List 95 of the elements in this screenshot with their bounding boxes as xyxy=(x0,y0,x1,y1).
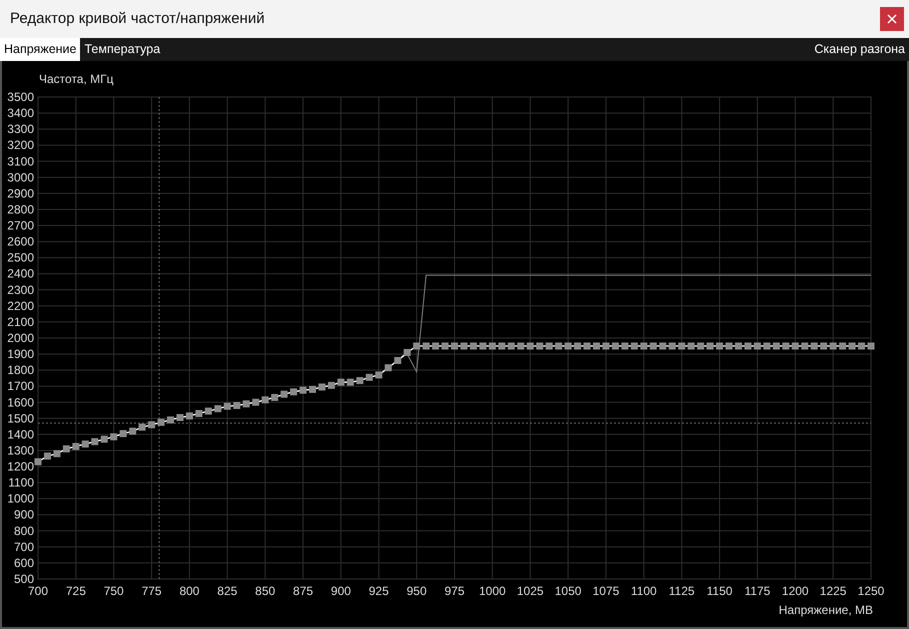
y-tick-label: 3200 xyxy=(7,138,34,152)
x-tick-label: 1025 xyxy=(516,584,544,598)
x-tick-label: 825 xyxy=(217,584,238,598)
curve-point[interactable] xyxy=(555,342,562,350)
tab[interactable]: Напряжение xyxy=(0,38,80,61)
y-tick-label: 2100 xyxy=(7,314,34,329)
curve-point[interactable] xyxy=(820,342,828,350)
y-tick-label: 3000 xyxy=(7,170,34,184)
x-tick-label: 1125 xyxy=(668,584,695,598)
y-tick-label: 500 xyxy=(14,572,34,586)
y-tick-label: 700 xyxy=(14,540,34,554)
y-tick-label: 1400 xyxy=(7,427,34,442)
curve-point[interactable] xyxy=(697,342,704,350)
y-tick-label: 3300 xyxy=(7,122,34,136)
x-tick-label: 1225 xyxy=(820,584,846,598)
curve-point[interactable] xyxy=(830,342,837,350)
x-tick-label: 1250 xyxy=(858,584,884,598)
scanner-tab[interactable]: Сканер разгона xyxy=(810,38,909,61)
curve-point[interactable] xyxy=(546,342,553,350)
x-tick-label: 725 xyxy=(66,584,86,598)
y-tick-label: 2800 xyxy=(7,202,34,216)
curve-point[interactable] xyxy=(858,342,866,350)
curve-point[interactable] xyxy=(138,424,146,431)
y-tick-label: 900 xyxy=(14,508,34,522)
y-tick-label: 2600 xyxy=(7,234,34,249)
x-tick-label: 1000 xyxy=(479,584,506,598)
x-tick-label: 950 xyxy=(406,584,427,598)
y-tick-label: 1300 xyxy=(7,443,34,458)
window-title: Редактор кривой частот/напряжений xyxy=(9,8,265,29)
x-tick-label: 700 xyxy=(28,584,48,598)
x-tick-label: 875 xyxy=(293,584,314,598)
x-tick-label: 800 xyxy=(179,584,200,598)
curve-point[interactable] xyxy=(384,364,392,372)
curve-point[interactable] xyxy=(584,342,591,350)
y-tick-label: 1200 xyxy=(7,460,34,474)
curve-point[interactable] xyxy=(432,342,440,350)
curve-point[interactable] xyxy=(801,342,808,350)
curve-point[interactable] xyxy=(726,342,732,350)
curve-point[interactable] xyxy=(129,428,136,435)
curve-point[interactable] xyxy=(442,342,449,350)
y-tick-label: 600 xyxy=(14,556,34,570)
curve-point[interactable] xyxy=(668,342,676,350)
y-tick-label: 2300 xyxy=(7,282,34,297)
y-tick-label: 1100 xyxy=(8,476,34,490)
y-tick-label: 2400 xyxy=(7,266,34,281)
close-button[interactable] xyxy=(880,7,904,31)
y-tick-label: 1500 xyxy=(7,411,34,426)
curve-point[interactable] xyxy=(839,342,846,350)
curve-point[interactable] xyxy=(868,342,874,350)
x-tick-label: 925 xyxy=(368,584,389,598)
y-tick-label: 2200 xyxy=(7,298,34,313)
curve-point[interactable] xyxy=(848,342,856,350)
curve-point[interactable] xyxy=(526,342,534,350)
y-tick-label: 1000 xyxy=(7,492,34,506)
y-tick-label: 2000 xyxy=(7,331,34,345)
x-tick-label: 900 xyxy=(330,584,351,598)
x-tick-label: 1200 xyxy=(782,584,809,598)
x-tick-label: 1175 xyxy=(744,584,770,598)
curve-point[interactable] xyxy=(422,342,430,350)
x-tick-label: 1075 xyxy=(592,584,620,598)
y-tick-label: 1600 xyxy=(7,395,34,410)
curve-point[interactable] xyxy=(564,342,572,350)
y-tick-label: 800 xyxy=(14,524,34,538)
curve-point[interactable] xyxy=(300,386,307,394)
curve-point[interactable] xyxy=(678,342,686,350)
curve-point[interactable] xyxy=(451,342,458,350)
x-tick-label: 1150 xyxy=(706,584,732,598)
y-axis-title: Частота, МГц xyxy=(39,72,114,86)
y-tick-label: 3100 xyxy=(7,154,34,168)
x-tick-label: 1100 xyxy=(630,584,657,598)
curve-point[interactable] xyxy=(688,342,695,350)
x-axis-title: Напряжение, МВ xyxy=(778,603,873,617)
y-tick-label: 2500 xyxy=(7,250,34,265)
curve-point[interactable] xyxy=(536,342,544,350)
x-tick-label: 850 xyxy=(255,584,276,598)
y-tick-label: 1900 xyxy=(7,347,34,362)
y-tick-label: 1700 xyxy=(7,379,34,394)
y-tick-label: 3500 xyxy=(7,90,34,104)
curve-point[interactable] xyxy=(716,342,724,350)
curve-point[interactable] xyxy=(574,342,582,350)
x-tick-label: 975 xyxy=(444,584,465,598)
y-tick-label: 2900 xyxy=(7,186,34,200)
curve-point[interactable] xyxy=(280,390,288,398)
close-icon xyxy=(887,14,897,24)
curve-point[interactable] xyxy=(413,342,420,350)
x-tick-label: 775 xyxy=(142,584,162,598)
curve-point[interactable] xyxy=(706,342,714,350)
x-tick-label: 750 xyxy=(104,584,124,598)
x-tick-label: 1050 xyxy=(554,584,582,598)
y-tick-label: 3400 xyxy=(7,106,34,120)
y-tick-label: 2700 xyxy=(7,218,34,233)
curve-point[interactable] xyxy=(120,430,127,438)
y-tick-label: 1800 xyxy=(7,363,34,378)
curve-point[interactable] xyxy=(810,342,818,350)
tab[interactable]: Температура xyxy=(80,38,164,61)
